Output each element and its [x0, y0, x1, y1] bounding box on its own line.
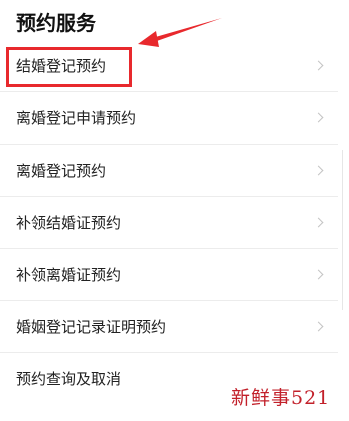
menu-item-label: 离婚登记申请预约 — [16, 109, 137, 127]
menu-item-label: 补领离婚证预约 — [16, 266, 122, 284]
chevron-right-icon — [313, 165, 324, 175]
service-menu-list: 结婚登记预约 离婚登记申请预约 离婚登记预约 补领结婚证预约 补领离婚证预约 婚… — [0, 40, 338, 405]
menu-item-label: 补领结婚证预约 — [16, 214, 122, 232]
section-title: 预约服务 — [16, 11, 96, 35]
menu-item-label: 婚姻登记记录证明预约 — [16, 318, 167, 336]
menu-item-label: 预约查询及取消 — [16, 370, 122, 388]
chevron-right-icon — [313, 269, 324, 279]
menu-item-marriage-registration[interactable]: 结婚登记预约 — [0, 40, 338, 92]
chevron-right-icon — [313, 60, 324, 70]
chevron-right-icon — [313, 112, 324, 123]
menu-item-reissue-divorce-certificate[interactable]: 补领离婚证预约 — [0, 249, 338, 301]
watermark-text: 新鲜事521 — [231, 387, 331, 409]
menu-item-reissue-marriage-certificate[interactable]: 补领结婚证预约 — [0, 197, 338, 249]
menu-item-divorce-application[interactable]: 离婚登记申请预约 — [0, 92, 338, 145]
menu-item-label: 结婚登记预约 — [16, 57, 107, 75]
menu-item-label: 离婚登记预约 — [16, 162, 107, 180]
menu-item-divorce-registration[interactable]: 离婚登记预约 — [0, 145, 338, 197]
menu-item-marriage-record-certificate[interactable]: 婚姻登记记录证明预约 — [0, 301, 338, 353]
scroll-indicator — [342, 150, 343, 310]
chevron-right-icon — [313, 321, 324, 331]
chevron-right-icon — [313, 217, 324, 227]
